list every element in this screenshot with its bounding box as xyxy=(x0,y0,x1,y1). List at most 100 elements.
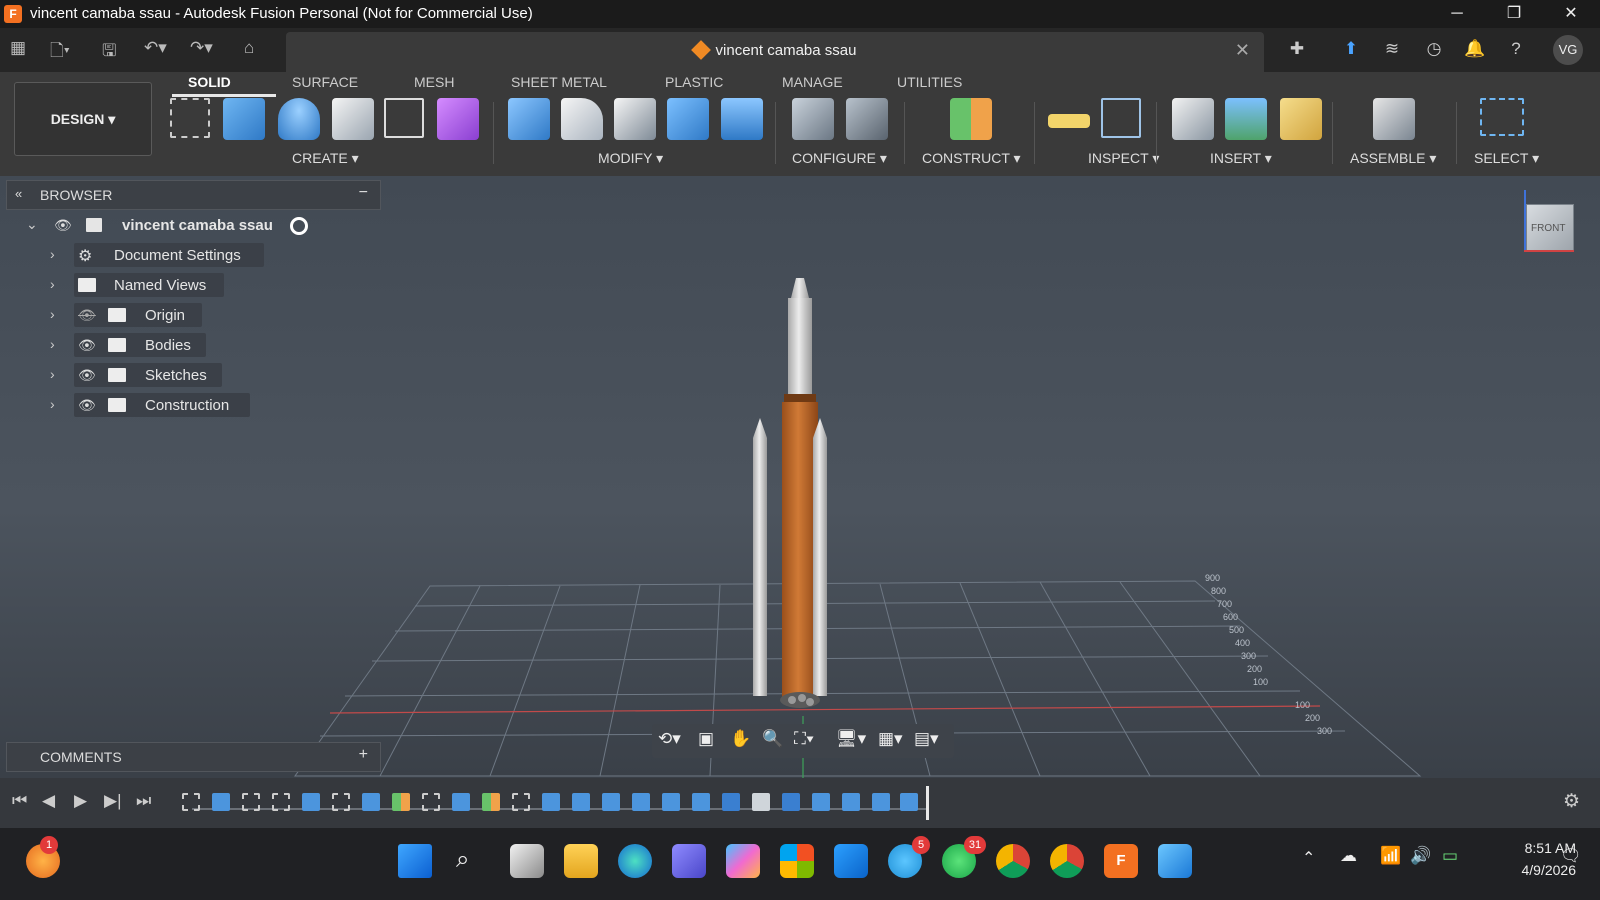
task-view-icon[interactable] xyxy=(510,844,544,878)
minimize-browser-icon[interactable]: − xyxy=(359,184,368,202)
timeline-plane-icon[interactable] xyxy=(482,793,500,811)
timeline-combine-icon[interactable] xyxy=(722,793,740,811)
revolve-icon[interactable] xyxy=(278,98,320,140)
zoom-icon[interactable]: 🔍 xyxy=(762,729,783,749)
add-comment-icon[interactable]: + xyxy=(359,746,368,764)
search-icon[interactable]: ⌕ xyxy=(456,846,469,874)
visibility-eye-icon[interactable]: 👁 xyxy=(78,337,96,354)
tab-utilities[interactable]: UTILITIES xyxy=(897,74,962,90)
timeline-feature-icon[interactable] xyxy=(362,793,380,811)
insert-mesh-icon[interactable] xyxy=(1280,98,1322,140)
new-component-icon[interactable] xyxy=(1373,98,1415,140)
create-sketch-icon[interactable] xyxy=(170,98,210,138)
insert-canvas-icon[interactable] xyxy=(1225,98,1267,140)
create-form-icon[interactable] xyxy=(437,98,479,140)
group-construct[interactable]: CONSTRUCT ▾ xyxy=(922,150,1021,167)
orbit-icon[interactable]: ⟲▾ xyxy=(658,729,681,749)
chevron-down-icon[interactable]: ⌄ xyxy=(26,216,38,233)
timeline-feature-icon[interactable] xyxy=(302,793,320,811)
close-tab-icon[interactable]: ✕ xyxy=(1235,40,1250,61)
offset-plane-icon[interactable] xyxy=(950,98,992,140)
battery-icon[interactable]: ▭ xyxy=(1442,846,1458,866)
browser-item-construction[interactable]: › 👁 Construction xyxy=(0,393,260,417)
comments-panel-header[interactable]: COMMENTS + xyxy=(6,742,381,772)
minimize-button[interactable]: ─ xyxy=(1437,2,1477,26)
group-insert[interactable]: INSERT ▾ xyxy=(1210,150,1272,167)
workspace-switcher[interactable]: DESIGN ▾ xyxy=(14,82,152,156)
copilot-icon[interactable] xyxy=(726,844,760,878)
user-avatar[interactable]: VG xyxy=(1553,35,1583,65)
tab-mesh[interactable]: MESH xyxy=(414,74,454,90)
play-icon[interactable]: ▶ xyxy=(74,791,87,811)
timeline-feature-icon[interactable] xyxy=(872,793,890,811)
chevron-right-icon[interactable]: › xyxy=(50,306,55,322)
timeline-sketch-icon[interactable] xyxy=(332,793,350,811)
new-tab-icon[interactable]: ✚ xyxy=(1284,36,1310,62)
hidden-eye-icon[interactable]: 👁 xyxy=(78,307,96,324)
chevron-right-icon[interactable]: › xyxy=(50,396,55,412)
fusion-taskbar-icon[interactable]: F xyxy=(1104,844,1138,878)
3d-viewport[interactable]: 900 800 700 600 500 400 300 200 100 100 … xyxy=(0,176,1600,778)
timeline-sketch-icon[interactable] xyxy=(272,793,290,811)
browser-item-sketches[interactable]: › 👁 Sketches xyxy=(0,363,230,387)
chevron-up-icon[interactable]: ⌃ xyxy=(1302,848,1315,868)
viewcube[interactable]: FRONT xyxy=(1526,204,1574,252)
visibility-eye-icon[interactable]: 👁 xyxy=(54,217,72,234)
undo-icon[interactable]: ↶▾ xyxy=(144,38,167,58)
save-icon[interactable]: 🖫 xyxy=(102,38,116,67)
browser-root-row[interactable]: ⌄ 👁 vincent camaba ssau xyxy=(0,213,330,237)
photos-app-icon[interactable] xyxy=(1158,844,1192,878)
restore-button[interactable]: ❐ xyxy=(1494,2,1534,26)
document-tab[interactable]: vincent camaba ssau ✕ xyxy=(286,32,1264,72)
help-icon[interactable]: ? xyxy=(1503,36,1529,62)
group-select[interactable]: SELECT ▾ xyxy=(1474,150,1539,167)
measure-icon[interactable] xyxy=(1048,114,1090,128)
close-window-button[interactable]: ✕ xyxy=(1551,2,1591,26)
shell-icon[interactable] xyxy=(614,98,656,140)
timeline-combine-icon[interactable] xyxy=(782,793,800,811)
timeline-feature-icon[interactable] xyxy=(692,793,710,811)
fit-icon[interactable]: ⛶▾ xyxy=(794,729,814,749)
group-inspect[interactable]: INSPECT ▾ xyxy=(1088,150,1159,167)
rocket-model[interactable] xyxy=(740,268,860,718)
timeline-feature-icon[interactable] xyxy=(602,793,620,811)
go-to-start-icon[interactable]: ⏮ xyxy=(12,791,27,811)
timeline-shell-icon[interactable] xyxy=(752,793,770,811)
timeline-plane-icon[interactable] xyxy=(392,793,410,811)
go-to-end-icon[interactable]: ⏭ xyxy=(136,791,151,811)
timeline-sketch-icon[interactable] xyxy=(242,793,260,811)
insert-derive-icon[interactable] xyxy=(1172,98,1214,140)
configure-icon[interactable] xyxy=(792,98,834,140)
step-forward-icon[interactable]: ▶| xyxy=(104,791,122,811)
file-menu-icon[interactable]: 🗋▾ xyxy=(50,38,70,67)
to-do-app-icon[interactable] xyxy=(834,844,868,878)
group-configure[interactable]: CONFIGURE ▾ xyxy=(792,150,887,167)
chevron-right-icon[interactable]: › xyxy=(50,366,55,382)
tab-solid[interactable]: SOLID xyxy=(188,74,231,90)
configure-table-icon[interactable] xyxy=(846,98,888,140)
job-status-icon[interactable]: ⬆ xyxy=(1338,36,1364,62)
notification-center-icon[interactable]: 🗨 xyxy=(1560,846,1582,866)
timeline-feature-icon[interactable] xyxy=(212,793,230,811)
timeline-marker[interactable] xyxy=(926,786,929,820)
start-button-icon[interactable] xyxy=(398,844,432,878)
timeline-feature-icon[interactable] xyxy=(632,793,650,811)
group-create[interactable]: CREATE ▾ xyxy=(292,150,359,167)
offset-face-icon[interactable] xyxy=(721,98,763,140)
timeline-settings-gear-icon[interactable]: ⚙ xyxy=(1563,790,1580,813)
timeline-feature-icon[interactable] xyxy=(842,793,860,811)
visibility-eye-icon[interactable]: 👁 xyxy=(78,397,96,414)
chevron-right-icon[interactable]: › xyxy=(50,336,55,352)
browser-item-document-settings[interactable]: › ⚙ Document Settings xyxy=(0,243,270,267)
browser-item-named-views[interactable]: › Named Views xyxy=(0,273,230,297)
tab-plastic[interactable]: PLASTIC xyxy=(665,74,723,90)
display-settings-icon[interactable]: 🖥▾ xyxy=(836,729,866,749)
chevron-right-icon[interactable]: › xyxy=(50,276,55,292)
fillet-icon[interactable] xyxy=(561,98,603,140)
edge-browser-icon[interactable] xyxy=(618,844,652,878)
clock-icon[interactable]: ◷ xyxy=(1421,36,1447,62)
teams-icon[interactable] xyxy=(672,844,706,878)
press-pull-icon[interactable] xyxy=(508,98,550,140)
step-back-icon[interactable]: ◀ xyxy=(42,791,55,811)
volume-icon[interactable]: 🔊 xyxy=(1410,846,1431,866)
